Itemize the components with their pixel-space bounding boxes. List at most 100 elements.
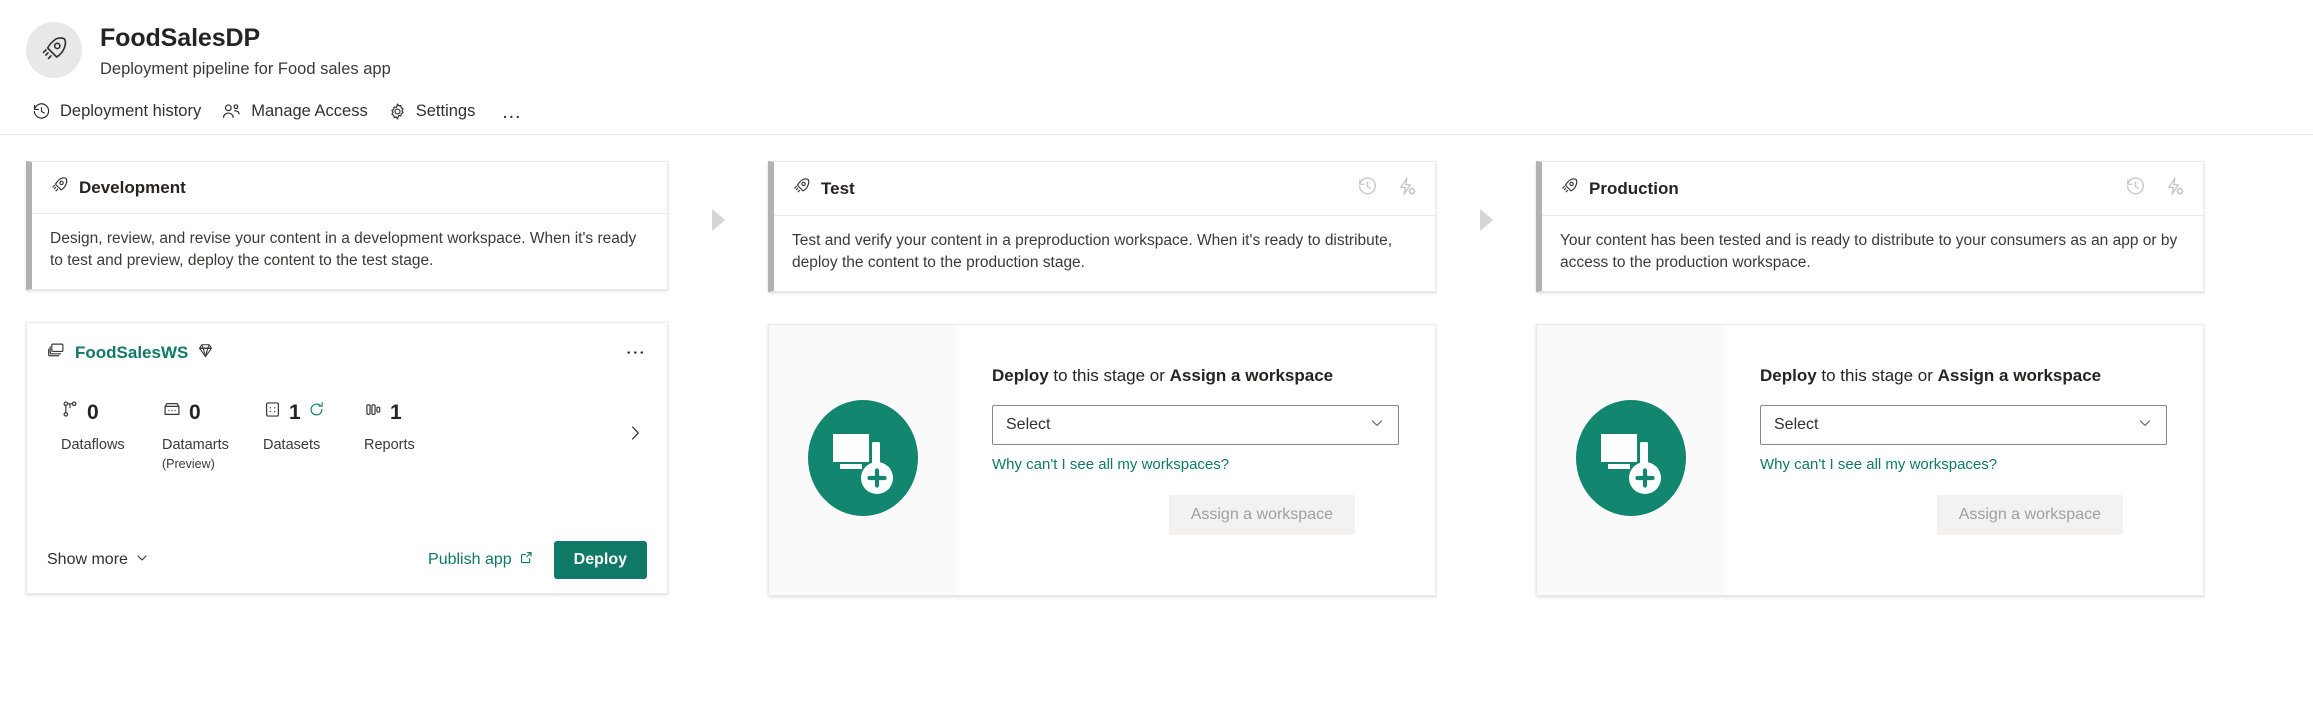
deployment-history-button[interactable]: Deployment history <box>26 96 215 127</box>
empty-title-mid: to this stage or <box>1048 366 1170 386</box>
empty-state-art-test <box>769 325 956 596</box>
metric-label-dataflows: Dataflows <box>61 437 125 454</box>
empty-state-card-production: Deploy to this stage or Assign a workspa… <box>1536 324 2204 597</box>
stage-title-development: Development <box>50 176 186 200</box>
external-link-icon <box>519 550 534 570</box>
command-bar: Deployment history Manage Access Setting… <box>0 80 2313 128</box>
stage-name-production: Production <box>1589 178 1679 198</box>
stage-column-development: Development Design, review, and revise y… <box>0 160 668 595</box>
rocket-icon <box>792 177 811 201</box>
empty-state-title-production: Deploy to this stage or Assign a workspa… <box>1760 365 2167 387</box>
chevron-down-icon <box>135 551 149 570</box>
stage-actions-test <box>1357 176 1417 202</box>
why-no-workspaces-link-test[interactable]: Why can't I see all my workspaces? <box>992 456 1399 473</box>
metric-label-reports: Reports <box>364 437 415 454</box>
metric-datasets[interactable]: 1 Datasets <box>263 400 364 455</box>
metric-label-datasets: Datasets <box>263 437 321 454</box>
workspace-footer: Show more Publish app Deploy <box>47 541 647 580</box>
add-workspace-icon <box>1569 396 1693 525</box>
deployment-history-icon[interactable] <box>2125 176 2146 202</box>
empty-title-deploy: Deploy <box>992 366 1049 386</box>
stage-column-test: Test Test and verify your content in a p… <box>768 160 1436 597</box>
pipeline-stages: Development Design, review, and revise y… <box>0 135 2313 597</box>
workspace-card-development: FoodSalesWS ⋮ 0 Dataflows 0 Datamarts (P… <box>26 322 668 595</box>
chevron-down-icon <box>1369 415 1385 436</box>
rocket-icon <box>39 35 69 65</box>
stage-separator-1 <box>668 161 768 279</box>
arrow-right-icon <box>1479 208 1493 231</box>
assign-workspace-button-test[interactable]: Assign a workspace <box>1168 495 1355 536</box>
stage-column-production: Production Your content has been tested … <box>1536 160 2204 597</box>
empty-state-title-test: Deploy to this stage or Assign a workspa… <box>992 365 1399 387</box>
diamond-icon <box>197 342 214 364</box>
metric-sub-datamarts: (Preview) <box>162 456 215 471</box>
metric-top: 0 <box>61 400 162 424</box>
stage-card-production: Production Your content has been tested … <box>1536 160 2204 293</box>
settings-button[interactable]: Settings <box>382 96 490 127</box>
workspace-select-production[interactable]: Select <box>1760 405 2167 446</box>
deployment-history-icon[interactable] <box>1357 176 1378 202</box>
manage-access-button[interactable]: Manage Access <box>215 96 381 127</box>
rocket-icon <box>1560 177 1579 201</box>
empty-title-mid: to this stage or <box>1816 366 1938 386</box>
page-title: FoodSalesDP <box>100 24 261 52</box>
empty-state-body-test: Deploy to this stage or Assign a workspa… <box>956 325 1435 595</box>
workspace-select-value: Select <box>1006 416 1051 434</box>
metric-label-datamarts: Datamarts <box>162 437 229 454</box>
add-workspace-icon <box>801 396 925 525</box>
page-subtitle: Deployment pipeline for Food sales app <box>100 59 391 78</box>
empty-title-deploy: Deploy <box>1760 366 1817 386</box>
stage-description-development: Design, review, and revise your content … <box>50 229 637 270</box>
datamart-icon <box>162 400 182 424</box>
empty-state-card-test: Deploy to this stage or Assign a workspa… <box>768 324 1436 597</box>
metric-count-datasets: 1 <box>289 400 301 424</box>
workspace-metrics: 0 Dataflows 0 Datamarts (Preview) 1 Data… <box>47 400 647 471</box>
workspace-icon <box>47 342 66 364</box>
settings-label: Settings <box>415 102 476 121</box>
workspace-more-menu-button[interactable]: ⋮ <box>621 339 647 366</box>
stage-name-development: Development <box>79 177 186 197</box>
metric-reports[interactable]: 1 Reports <box>364 400 465 455</box>
why-no-workspaces-link-production[interactable]: Why can't I see all my workspaces? <box>1760 456 2167 473</box>
metric-dataflows[interactable]: 0 Dataflows <box>61 400 162 455</box>
gear-icon <box>388 102 407 121</box>
metric-top: 0 <box>162 400 263 424</box>
publish-app-link[interactable]: Publish app <box>428 550 534 570</box>
metric-top: 1 <box>364 400 465 424</box>
refresh-icon[interactable] <box>308 401 325 423</box>
stage-header-test: Test <box>774 162 1435 216</box>
stage-header-development: Development <box>32 162 667 214</box>
stage-actions-production <box>2125 176 2185 202</box>
deploy-button[interactable]: Deploy <box>553 541 647 580</box>
deployment-rules-icon[interactable] <box>1396 176 1417 202</box>
stage-name-test: Test <box>821 178 855 198</box>
workspace-name-link[interactable]: FoodSalesWS <box>75 343 188 363</box>
deployment-history-label: Deployment history <box>60 102 202 121</box>
empty-title-assign: Assign a workspace <box>1169 366 1334 386</box>
report-icon <box>364 400 383 424</box>
workspace-select-test[interactable]: Select <box>992 405 1399 446</box>
empty-state-body-production: Deploy to this stage or Assign a workspa… <box>1724 325 2203 595</box>
show-more-button[interactable]: Show more <box>47 551 149 570</box>
chevron-down-icon <box>2137 415 2153 436</box>
metric-count-reports: 1 <box>390 400 402 424</box>
stage-title-test: Test <box>792 177 855 201</box>
metric-count-dataflows: 0 <box>87 400 99 424</box>
deployment-rules-icon[interactable] <box>2164 176 2185 202</box>
dataflow-icon <box>61 400 80 424</box>
manage-access-label: Manage Access <box>251 102 368 121</box>
dataset-icon <box>263 400 282 424</box>
people-icon <box>221 102 242 121</box>
history-icon <box>32 102 51 121</box>
app-avatar <box>26 22 82 78</box>
assign-workspace-button-production[interactable]: Assign a workspace <box>1936 495 2123 536</box>
arrow-right-icon <box>711 208 725 231</box>
workspace-footer-actions: Publish app Deploy <box>428 541 647 580</box>
metric-datamarts[interactable]: 0 Datamarts (Preview) <box>162 400 263 471</box>
metric-top: 1 <box>263 400 364 424</box>
header-text-group: FoodSalesDP Deployment pipeline for Food… <box>100 22 391 80</box>
show-more-label: Show more <box>47 551 128 569</box>
empty-state-art-production <box>1537 325 1724 596</box>
more-commands-button[interactable]: … <box>489 100 535 124</box>
chevron-right-icon[interactable] <box>625 423 647 448</box>
